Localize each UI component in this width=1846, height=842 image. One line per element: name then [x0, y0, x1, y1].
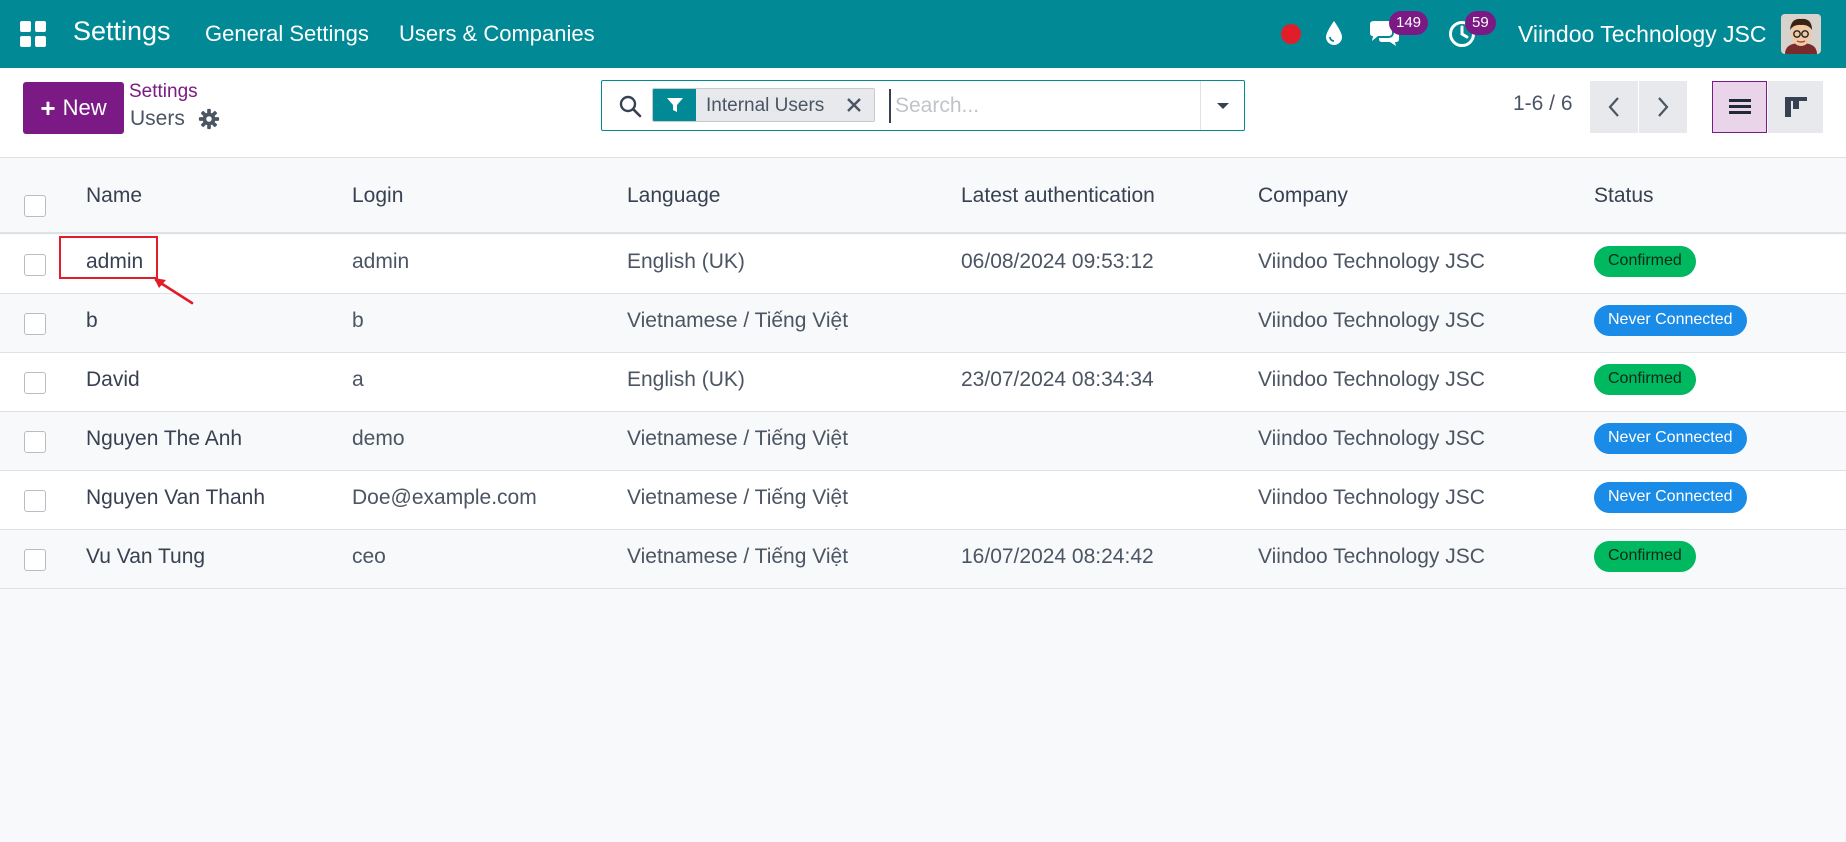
cell-login: demo — [352, 427, 405, 450]
cell-company: Viindoo Technology JSC — [1258, 545, 1485, 568]
status-badge: Confirmed — [1594, 246, 1696, 277]
drop-icon[interactable] — [1323, 19, 1345, 47]
cell-login: Doe@example.com — [352, 486, 537, 509]
column-header-name[interactable]: Name — [86, 184, 142, 208]
filter-icon — [653, 89, 696, 121]
new-button-label: New — [62, 95, 107, 120]
column-header-status[interactable]: Status — [1594, 184, 1654, 208]
top-navbar: Settings General Settings Users & Compan… — [0, 0, 1846, 68]
new-button[interactable]: + New — [23, 82, 124, 134]
row-checkbox[interactable] — [24, 549, 46, 571]
record-dot-icon[interactable] — [1281, 24, 1301, 44]
kanban-view-icon[interactable] — [1768, 81, 1823, 133]
column-header-company[interactable]: Company — [1258, 184, 1348, 208]
cell-name[interactable]: Nguyen Van Thanh — [86, 486, 265, 510]
column-header-language[interactable]: Language — [627, 184, 720, 208]
select-all-checkbox[interactable] — [24, 195, 46, 217]
cell-latest-auth: 06/08/2024 09:53:12 — [961, 250, 1154, 273]
table-row[interactable]: Nguyen Van Thanh Doe@example.com Vietnam… — [0, 471, 1846, 530]
status-badge: Never Connected — [1594, 423, 1747, 454]
cell-name[interactable]: b — [86, 309, 98, 333]
status-badge: Confirmed — [1594, 541, 1696, 572]
table-row[interactable]: admin admin English (UK) 06/08/2024 09:5… — [0, 235, 1846, 294]
table-row[interactable]: Nguyen The Anh demo Vietnamese / Tiếng V… — [0, 412, 1846, 471]
apps-grid-icon[interactable] — [20, 21, 46, 47]
pager-value[interactable]: 1-6 / 6 — [1513, 92, 1573, 116]
cell-company: Viindoo Technology JSC — [1258, 250, 1485, 273]
cell-login: b — [352, 309, 364, 332]
control-panel: + New Settings Users Internal Users Sear… — [0, 68, 1846, 158]
breadcrumb-settings[interactable]: Settings — [129, 81, 198, 103]
app-title[interactable]: Settings — [73, 16, 171, 47]
cell-language: English (UK) — [627, 250, 745, 273]
table-row[interactable]: Vu Van Tung ceo Vietnamese / Tiếng Việt … — [0, 530, 1846, 589]
cell-language: Vietnamese / Tiếng Việt — [627, 545, 849, 568]
close-icon[interactable] — [834, 89, 875, 121]
caret-down-icon[interactable] — [1200, 81, 1245, 130]
cell-company: Viindoo Technology JSC — [1258, 309, 1485, 332]
row-checkbox[interactable] — [24, 254, 46, 276]
cell-login: a — [352, 368, 364, 391]
cell-company: Viindoo Technology JSC — [1258, 427, 1485, 450]
annotation-arrow-icon — [154, 278, 194, 305]
chevron-right-icon[interactable] — [1639, 81, 1687, 133]
filter-facet-label: Internal Users — [696, 89, 835, 121]
cell-latest-auth: 23/07/2024 08:34:34 — [961, 368, 1154, 391]
cell-language: English (UK) — [627, 368, 745, 391]
row-checkbox[interactable] — [24, 431, 46, 453]
plus-icon: + — [40, 93, 56, 123]
cell-login: ceo — [352, 545, 386, 568]
table-row[interactable]: David a English (UK) 23/07/2024 08:34:34… — [0, 353, 1846, 412]
cell-language: Vietnamese / Tiếng Việt — [627, 427, 849, 450]
row-checkbox[interactable] — [24, 490, 46, 512]
cell-company: Viindoo Technology JSC — [1258, 486, 1485, 509]
row-checkbox[interactable] — [24, 313, 46, 335]
cell-login: admin — [352, 250, 410, 273]
list-view-icon[interactable] — [1712, 81, 1767, 133]
row-checkbox[interactable] — [24, 372, 46, 394]
table-header: Name Login Language Latest authenticatio… — [0, 158, 1846, 234]
gear-icon[interactable] — [198, 108, 220, 130]
cell-name[interactable]: Vu Van Tung — [86, 545, 205, 569]
activity-count-badge: 59 — [1465, 11, 1496, 35]
search-input[interactable] — [889, 89, 1189, 123]
search-bar: Internal Users — [601, 80, 1245, 131]
highlight-box — [59, 236, 158, 279]
menu-users-companies[interactable]: Users & Companies — [399, 21, 595, 47]
chevron-left-icon[interactable] — [1590, 81, 1638, 133]
cell-latest-auth: 16/07/2024 08:24:42 — [961, 545, 1154, 568]
page-title: Users — [130, 107, 185, 130]
menu-general-settings[interactable]: General Settings — [205, 21, 369, 47]
column-header-latest-authentication[interactable]: Latest authentication — [961, 184, 1155, 208]
cell-language: Vietnamese / Tiếng Việt — [627, 309, 849, 332]
cell-company: Viindoo Technology JSC — [1258, 368, 1485, 391]
status-badge: Never Connected — [1594, 305, 1747, 336]
cell-language: Vietnamese / Tiếng Việt — [627, 486, 849, 509]
status-badge: Confirmed — [1594, 364, 1696, 395]
cell-name[interactable]: David — [86, 368, 140, 392]
avatar[interactable] — [1781, 14, 1821, 54]
status-badge: Never Connected — [1594, 482, 1747, 513]
column-header-login[interactable]: Login — [352, 184, 403, 208]
company-switcher[interactable]: Viindoo Technology JSC — [1518, 21, 1767, 48]
table-row[interactable]: b b Vietnamese / Tiếng Việt Viindoo Tech… — [0, 294, 1846, 353]
cell-name[interactable]: Nguyen The Anh — [86, 427, 242, 451]
search-icon[interactable] — [618, 94, 642, 118]
chat-count-badge: 149 — [1389, 11, 1429, 35]
filter-facet: Internal Users — [652, 88, 876, 122]
